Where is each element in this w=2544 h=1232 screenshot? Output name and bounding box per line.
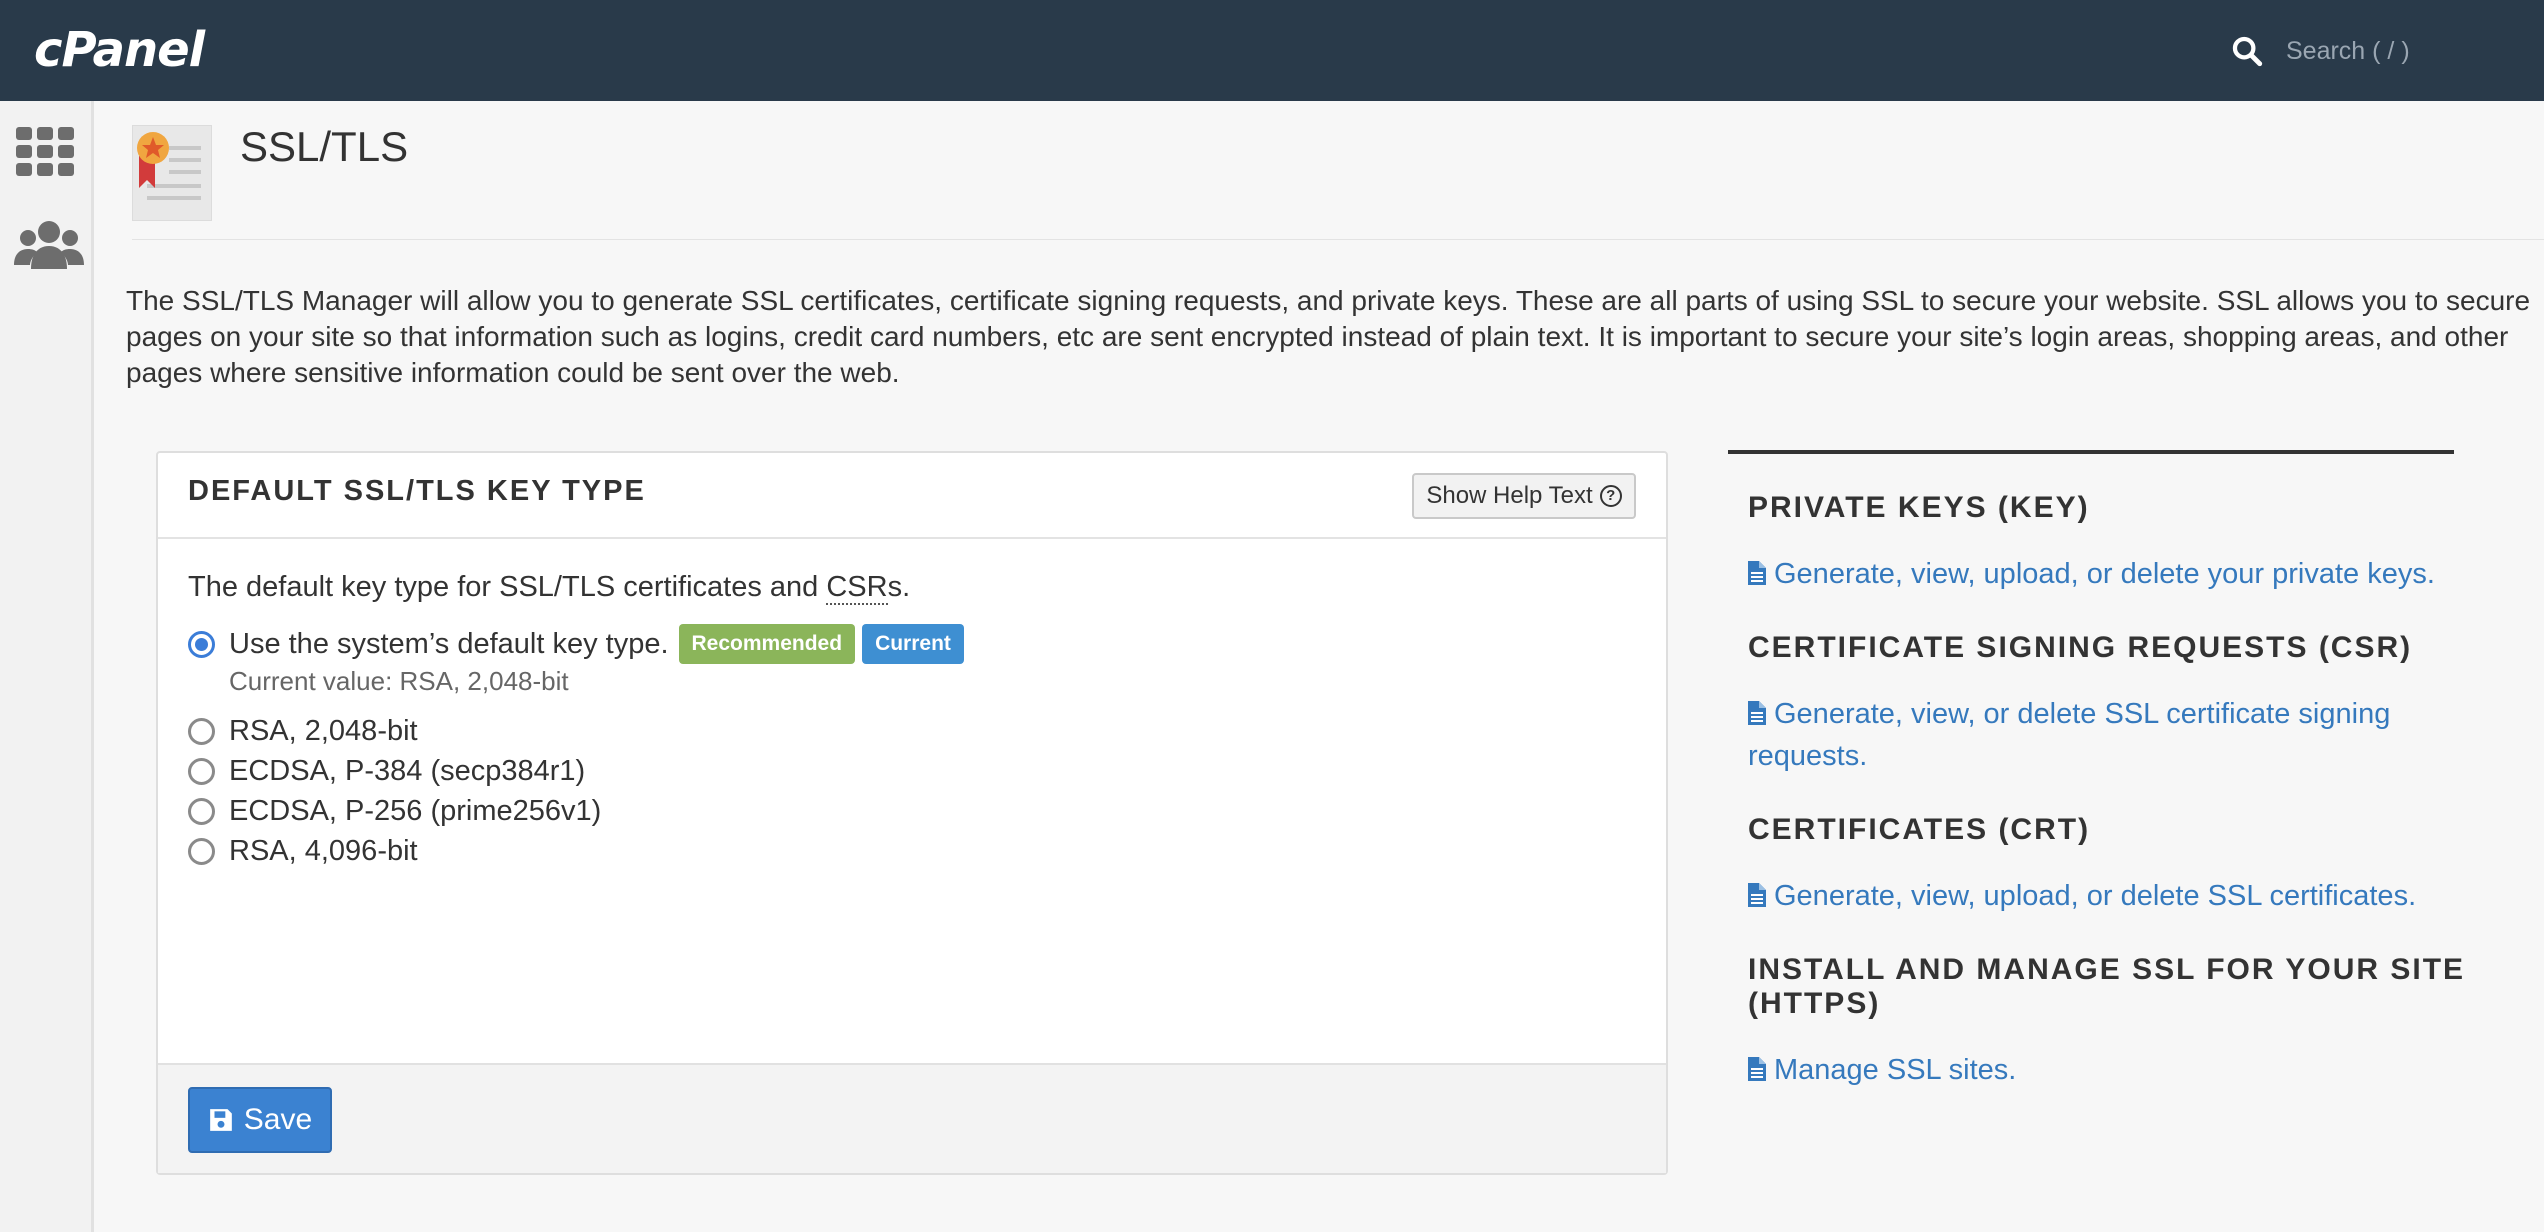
private-keys-heading: PRIVATE KEYS (KEY) bbox=[1748, 491, 2090, 524]
option-label: ECDSA, P-256 (prime256v1) bbox=[229, 794, 602, 827]
card-body: The default key type for SSL/TLS certifi… bbox=[188, 571, 1628, 871]
show-help-text-button[interactable]: Show Help Text ? bbox=[1412, 473, 1636, 519]
certificates-link[interactable]: Generate, view, upload, or delete SSL ce… bbox=[1748, 875, 2468, 917]
card-header: DEFAULT SSL/TLS KEY TYPE Show Help Text … bbox=[158, 453, 1666, 539]
help-button-label: Show Help Text bbox=[1426, 482, 1593, 509]
radio-ecdsa-p256[interactable] bbox=[188, 797, 215, 825]
document-icon bbox=[1748, 883, 1766, 907]
csr-abbreviation: CSR bbox=[826, 571, 888, 605]
intro-text: The SSL/TLS Manager will allow you to ge… bbox=[126, 285, 2531, 388]
install-manage-ssl-heading: INSTALL AND MANAGE SSL FOR YOUR SITE (HT… bbox=[1748, 953, 2466, 1020]
document-icon bbox=[1748, 1057, 1766, 1081]
manage-ssl-sites-link[interactable]: Manage SSL sites. bbox=[1748, 1049, 2468, 1091]
radio-ecdsa-p384[interactable] bbox=[188, 757, 215, 785]
question-icon: ? bbox=[1599, 485, 1622, 507]
card-title: DEFAULT SSL/TLS KEY TYPE bbox=[188, 475, 646, 507]
save-button[interactable]: Save bbox=[188, 1087, 332, 1153]
option-rsa-4096[interactable]: RSA, 4,096-bit bbox=[188, 831, 1628, 871]
option-label: ECDSA, P-384 (secp384r1) bbox=[229, 754, 586, 787]
top-bar: cPanel bbox=[0, 0, 2544, 101]
document-icon bbox=[1748, 561, 1766, 585]
option-label: RSA, 2,048-bit bbox=[229, 714, 418, 747]
ssl-links-panel: PRIVATE KEYS (KEY) Generate, view, uploa… bbox=[1748, 491, 2468, 1091]
option-ecdsa-p256[interactable]: ECDSA, P-256 (prime256v1) bbox=[188, 791, 1628, 831]
csr-heading: CERTIFICATE SIGNING REQUESTS (CSR) bbox=[1748, 631, 2413, 664]
radio-rsa-4096[interactable] bbox=[188, 837, 215, 865]
main-content: SSL/TLS The SSL/TLS Manager will allow y… bbox=[94, 101, 2544, 1232]
certificates-heading: CERTIFICATES (CRT) bbox=[1748, 813, 2091, 846]
search-box[interactable] bbox=[2230, 30, 2530, 72]
csr-link[interactable]: Generate, view, or delete SSL certificat… bbox=[1748, 693, 2468, 777]
key-type-card: DEFAULT SSL/TLS KEY TYPE Show Help Text … bbox=[156, 451, 1668, 1175]
search-icon[interactable] bbox=[2230, 34, 2264, 68]
current-value-text: Current value: RSA, 2,048-bit bbox=[229, 666, 569, 696]
option-rsa-2048[interactable]: RSA, 2,048-bit bbox=[188, 711, 1628, 751]
page-title: SSL/TLS bbox=[240, 123, 409, 170]
radio-system-default[interactable] bbox=[188, 630, 215, 658]
current-badge: Current bbox=[862, 624, 964, 664]
document-icon bbox=[1748, 701, 1766, 725]
users-icon[interactable] bbox=[14, 219, 84, 271]
search-input[interactable] bbox=[2286, 30, 2526, 72]
card-footer: Save bbox=[158, 1063, 1666, 1173]
save-button-label: Save bbox=[243, 1103, 313, 1136]
radio-rsa-2048[interactable] bbox=[188, 717, 215, 745]
key-type-description: The default key type for SSL/TLS certifi… bbox=[188, 571, 911, 605]
option-system-default[interactable]: Use the system’s default key type. Recom… bbox=[188, 624, 1628, 664]
grid-icon[interactable] bbox=[16, 127, 74, 177]
option-label: RSA, 4,096-bit bbox=[229, 834, 418, 867]
certificate-icon bbox=[132, 125, 212, 221]
right-column-divider bbox=[1728, 450, 2454, 454]
recommended-badge: Recommended bbox=[678, 624, 856, 664]
title-divider bbox=[132, 239, 2544, 240]
option-label: Use the system’s default key type. bbox=[229, 627, 669, 660]
cpanel-logo[interactable]: cPanel bbox=[34, 22, 205, 78]
sidebar bbox=[0, 101, 94, 1232]
private-keys-link[interactable]: Generate, view, upload, or delete your p… bbox=[1748, 553, 2468, 595]
floppy-disk-icon bbox=[209, 1109, 232, 1131]
option-ecdsa-p384[interactable]: ECDSA, P-384 (secp384r1) bbox=[188, 751, 1628, 791]
